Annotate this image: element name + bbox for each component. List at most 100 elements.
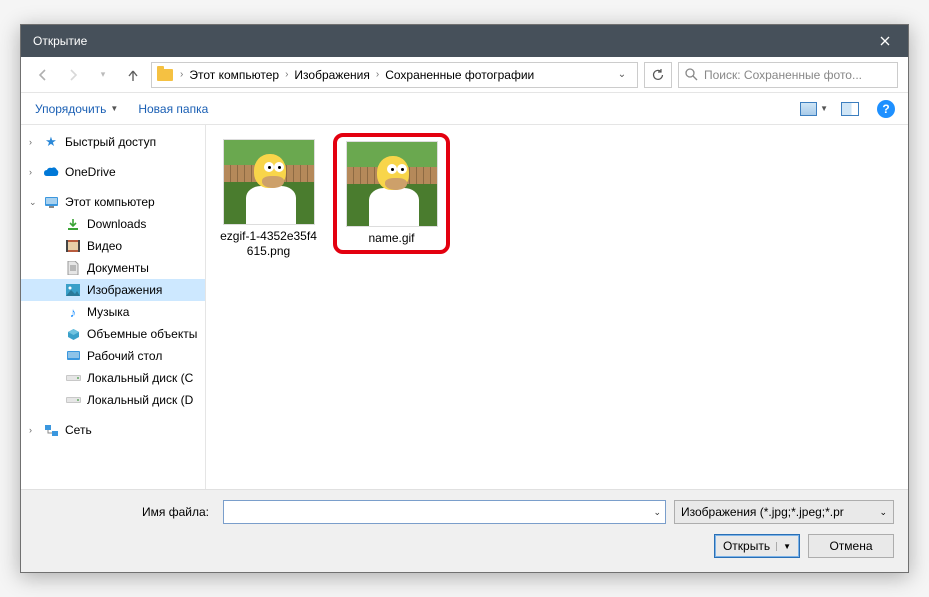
sidebar-item-label: OneDrive [65,165,116,179]
network-icon [43,422,59,438]
chevron-right-icon: › [29,167,32,177]
search-input[interactable]: Поиск: Сохраненные фото... [678,62,898,88]
sidebar-item-label: Изображения [87,283,162,297]
sidebar-item-label: Видео [87,239,122,253]
sidebar-item-label: Локальный диск (C [87,371,193,385]
dialog-body: › ★ Быстрый доступ › OneDrive ⌄ [21,125,908,489]
sidebar-item-3d-objects[interactable]: Объемные объекты [21,323,205,345]
sidebar-item-label: Документы [87,261,149,275]
drive-icon [65,392,81,408]
help-icon: ? [877,100,895,118]
drive-icon [65,370,81,386]
breadcrumb[interactable]: Этот компьютер [185,68,283,82]
sidebar-item-label: Быстрый доступ [65,135,156,149]
view-mode-button[interactable]: ▼ [800,98,828,120]
sidebar-item-music[interactable]: ♪ Музыка [21,301,205,323]
sidebar-item-label: Локальный диск (D [87,393,193,407]
search-icon [685,68,698,81]
download-icon [65,216,81,232]
cloud-icon [43,164,59,180]
sidebar-item-local-disk-c[interactable]: Локальный диск (C [21,367,205,389]
sidebar-item-label: Музыка [87,305,129,319]
sidebar: › ★ Быстрый доступ › OneDrive ⌄ [21,125,206,489]
sidebar-item-documents[interactable]: Документы [21,257,205,279]
file-thumbnail [346,141,438,227]
preview-pane-icon [841,102,859,116]
star-icon: ★ [43,134,59,150]
open-button-label: Открыть [723,539,770,553]
nav-back-button[interactable] [31,63,55,87]
sidebar-item-this-pc[interactable]: ⌄ Этот компьютер [21,191,205,213]
sidebar-item-label: Рабочий стол [87,349,162,363]
titlebar: Открытие [21,25,908,57]
desktop-icon [65,348,81,364]
file-name: name.gif [368,231,414,246]
sidebar-item-label: Объемные объекты [87,327,197,341]
address-box[interactable]: › Этот компьютер › Изображения › Сохране… [151,62,638,88]
organize-label: Упорядочить [35,102,106,116]
window-title: Открытие [33,34,862,48]
file-item-selected[interactable]: name.gif [339,139,444,248]
sidebar-item-label: Этот компьютер [65,195,155,209]
close-button[interactable] [862,25,908,57]
film-icon [65,238,81,254]
sidebar-item-onedrive[interactable]: › OneDrive [21,161,205,183]
file-type-filter[interactable]: Изображения (*.jpg;*.jpeg;*.pr ⌄ [674,500,894,524]
document-icon [65,260,81,276]
sidebar-item-network[interactable]: › Сеть [21,419,205,441]
organize-menu[interactable]: Упорядочить ▼ [29,98,124,120]
cube-icon [65,326,81,342]
folder-icon [156,66,174,84]
arrow-up-icon [126,68,140,82]
nav-history-button[interactable]: ▾ [91,63,115,87]
file-thumbnail [223,139,315,225]
chevron-down-icon: ▼ [110,104,118,113]
breadcrumb[interactable]: Изображения [290,68,373,82]
file-name: ezgif-1-4352e35f4615.png [219,229,319,259]
arrow-right-icon [66,68,80,82]
chevron-down-icon: ▼ [776,542,791,551]
chevron-right-icon: › [374,69,381,80]
sidebar-item-quick-access[interactable]: › ★ Быстрый доступ [21,131,205,153]
chevron-right-icon: › [178,69,185,80]
filename-input[interactable]: ⌄ [223,500,666,524]
sidebar-item-local-disk-d[interactable]: Локальный диск (D [21,389,205,411]
address-bar: ▾ › Этот компьютер › Изображения › Сохра… [21,57,908,93]
sidebar-item-label: Downloads [87,217,146,231]
filename-label: Имя файла: [35,505,215,519]
help-button[interactable]: ? [872,98,900,120]
thumbnails-icon [800,102,817,116]
open-button[interactable]: Открыть ▼ [714,534,800,558]
sidebar-item-pictures[interactable]: Изображения [21,279,205,301]
chevron-down-icon: ⌄ [879,507,887,518]
nav-up-button[interactable] [121,63,145,87]
toolbar: Упорядочить ▼ Новая папка ▼ ? [21,93,908,125]
new-folder-label: Новая папка [138,102,208,116]
address-dropdown-button[interactable]: ⌄ [611,63,633,87]
chevron-down-icon: ▼ [820,104,828,113]
cancel-button-label: Отмена [829,539,872,553]
file-open-dialog: Открытие ▾ › Этот компьютер › Изображени… [20,24,909,573]
new-folder-button[interactable]: Новая папка [132,98,214,120]
sidebar-item-label: Сеть [65,423,92,437]
chevron-down-icon: ⌄ [29,197,37,208]
sidebar-item-videos[interactable]: Видео [21,235,205,257]
sidebar-item-downloads[interactable]: Downloads [21,213,205,235]
refresh-button[interactable] [644,62,672,88]
sidebar-item-desktop[interactable]: Рабочий стол [21,345,205,367]
chevron-right-icon: › [29,425,32,435]
cancel-button[interactable]: Отмена [808,534,894,558]
refresh-icon [651,68,665,82]
image-icon [65,282,81,298]
file-list[interactable]: ezgif-1-4352e35f4615.png name.gif [206,125,908,489]
breadcrumb[interactable]: Сохраненные фотографии [381,68,538,82]
filter-label: Изображения (*.jpg;*.jpeg;*.pr [681,505,844,519]
music-note-icon: ♪ [65,304,81,320]
chevron-down-icon: ⌄ [653,507,661,518]
bottom-bar: Имя файла: ⌄ Изображения (*.jpg;*.jpeg;*… [21,489,908,572]
nav-forward-button[interactable] [61,63,85,87]
chevron-right-icon: › [29,137,32,147]
preview-pane-button[interactable] [836,98,864,120]
file-item[interactable]: ezgif-1-4352e35f4615.png [216,139,321,259]
search-placeholder: Поиск: Сохраненные фото... [704,68,862,82]
